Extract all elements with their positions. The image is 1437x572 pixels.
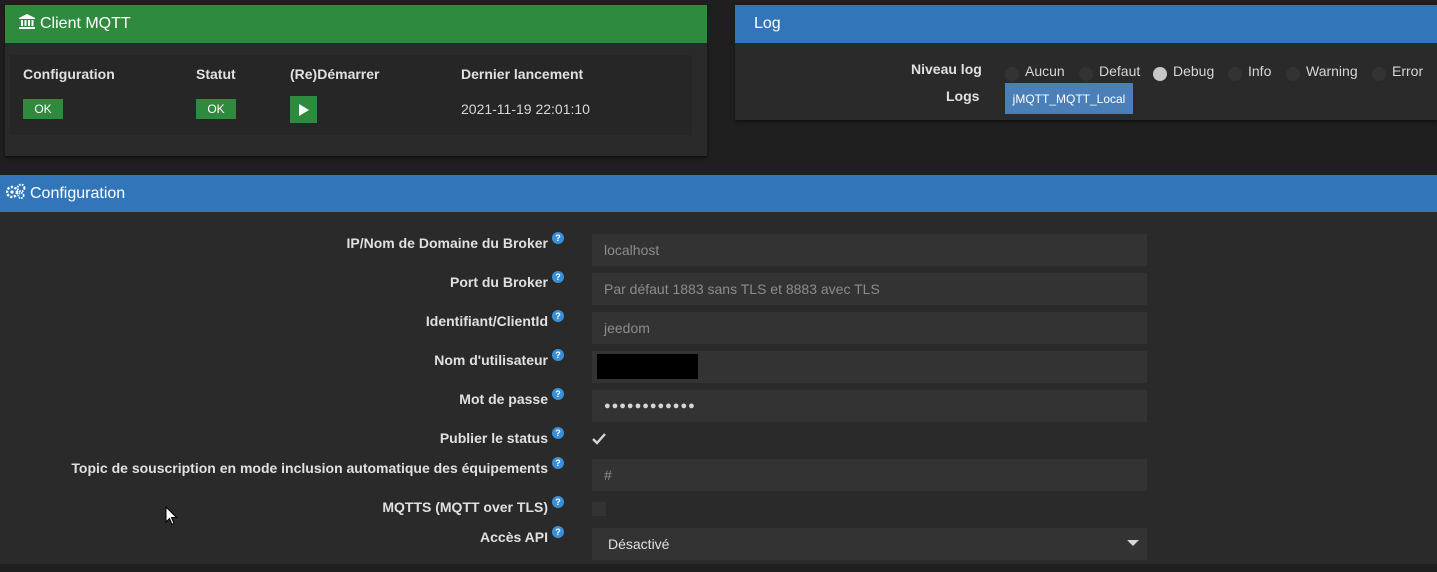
radio-defaut[interactable]: Defaut [1079,61,1140,81]
col-statut: Statut [196,66,236,82]
mouse-pointer-icon [165,505,178,529]
topic-label: Topic de souscription en mode inclusion … [71,460,548,476]
api-access-value: Désactivé [608,536,670,552]
play-icon [298,103,309,116]
config-status-badge: OK [23,99,63,119]
log-file-button[interactable]: jMQTT_MQTT_Local [1005,83,1133,114]
bank-icon [19,14,40,34]
radio-warning[interactable]: Warning [1286,61,1358,81]
client-id-label: Identifiant/ClientId [425,313,548,329]
help-icon[interactable]: ? [552,349,564,361]
help-icon[interactable]: ? [552,526,564,538]
api-access-select[interactable]: Désactivé [592,528,1147,560]
topic-input[interactable]: # [592,459,1147,491]
help-icon[interactable]: ? [552,388,564,400]
client-status-table: Configuration Statut (Re)Démarrer Dernie… [10,55,692,135]
radio-debug[interactable]: Debug [1153,61,1214,81]
restart-button[interactable] [290,96,317,123]
radio-aucun[interactable]: Aucun [1005,61,1065,81]
mqtts-checkbox[interactable] [592,502,606,516]
client-mqtt-title: Client MQTT [40,15,131,32]
redacted-block [597,354,698,379]
col-last-launch: Dernier lancement [461,66,584,82]
statut-badge: OK [196,99,236,119]
help-icon[interactable]: ? [552,232,564,244]
password-input[interactable]: ●●●●●●●●●●●● [592,390,1147,422]
help-icon[interactable]: ? [552,310,564,322]
cogs-icon [5,183,30,204]
radio-info[interactable]: Info [1228,61,1271,81]
caret-down-icon [1127,540,1139,546]
radio-error[interactable]: Error [1372,61,1423,81]
logs-label: Logs [946,88,980,104]
log-panel: Log Niveau log Aucun Defaut Debug Info W… [735,5,1437,120]
help-icon[interactable]: ? [552,457,564,469]
username-label: Nom d'utilisateur [434,352,548,368]
log-level-label: Niveau log [911,61,982,77]
col-restart: (Re)Démarrer [290,66,380,82]
last-launch-date: 2021-11-19 22:01:10 [461,101,590,117]
col-configuration: Configuration [23,66,115,82]
help-icon[interactable]: ? [552,427,564,439]
help-icon[interactable]: ? [552,271,564,283]
client-id-input[interactable]: jeedom [592,312,1147,344]
broker-host-label: IP/Nom de Domaine du Broker [346,235,548,251]
password-label: Mot de passe [459,391,548,407]
configuration-header: Configuration [0,175,1437,212]
check-icon [592,433,606,445]
broker-port-label: Port du Broker [449,274,548,290]
api-access-label: Accès API [480,529,548,545]
log-header: Log [735,5,1437,43]
configuration-title: Configuration [30,184,126,202]
client-mqtt-header: Client MQTT [5,5,707,43]
broker-host-input[interactable]: localhost [592,234,1147,266]
help-icon[interactable]: ? [552,496,564,508]
client-mqtt-panel: Client MQTT Configuration Statut (Re)Dém… [5,5,707,156]
mqtts-label: MQTTS (MQTT over TLS) [382,499,548,515]
publish-status-checkbox[interactable] [592,432,606,448]
publish-status-label: Publier le status [439,430,548,446]
broker-port-input[interactable]: Par défaut 1883 sans TLS et 8883 avec TL… [592,273,1147,305]
